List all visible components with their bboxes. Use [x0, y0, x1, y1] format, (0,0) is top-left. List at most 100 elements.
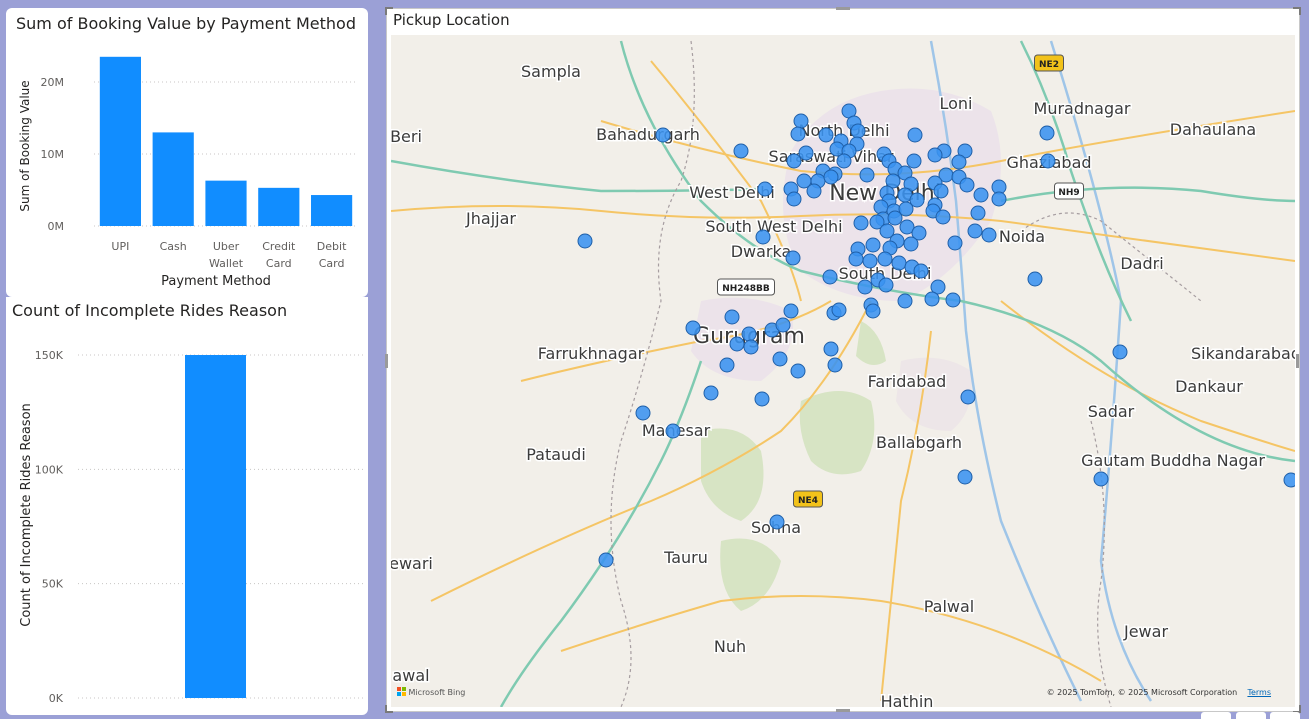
pickup-point[interactable]	[970, 205, 986, 221]
incomplete-rides-chart-card[interactable]: Count of Incomplete Rides Reason 0K 50K 10…	[6, 297, 368, 715]
map-canvas[interactable]: Sampla Loni Muradnagar Dahaulana Bahadurgarh…	[391, 35, 1295, 707]
pickup-point[interactable]	[806, 183, 822, 199]
pickup-point[interactable]	[836, 153, 852, 169]
pickup-point[interactable]	[945, 292, 961, 308]
pickup-point[interactable]	[729, 336, 745, 352]
pickup-point[interactable]	[927, 147, 943, 163]
pickup-point[interactable]	[769, 514, 785, 530]
pickup-point[interactable]	[865, 303, 881, 319]
pickup-point[interactable]	[798, 145, 814, 161]
pickup-point[interactable]	[790, 126, 806, 142]
bar-cash[interactable]	[152, 132, 194, 226]
pickup-point[interactable]	[822, 269, 838, 285]
pickup-point[interactable]	[665, 423, 681, 439]
bar-uber-wallet[interactable]	[205, 180, 247, 226]
pickup-point[interactable]	[724, 309, 740, 325]
pickup-point[interactable]	[991, 191, 1007, 207]
pickup-point[interactable]	[1040, 153, 1056, 169]
pickup-point[interactable]	[877, 251, 893, 267]
pickup-point[interactable]	[850, 123, 866, 139]
pickup-point[interactable]	[786, 153, 802, 169]
pickup-point[interactable]	[823, 341, 839, 357]
pickup-map[interactable]: Sampla Loni Muradnagar Dahaulana Bahadurgarh…	[391, 35, 1295, 707]
pickup-point[interactable]	[733, 143, 749, 159]
pickup-point[interactable]	[1039, 125, 1055, 141]
pickup-point[interactable]	[757, 181, 773, 197]
pickup-point[interactable]	[635, 405, 651, 421]
resize-corner-bottom-left[interactable]	[385, 705, 393, 713]
pickup-point[interactable]	[878, 277, 894, 293]
pickup-point[interactable]	[960, 389, 976, 405]
pickup-point[interactable]	[935, 209, 951, 225]
pickup-point[interactable]	[924, 291, 940, 307]
place-label: Palwal	[924, 597, 975, 616]
pickup-point[interactable]	[755, 229, 771, 245]
bar-incomplete-rides[interactable]	[185, 355, 246, 698]
pickup-point[interactable]	[887, 210, 903, 226]
pickup-point[interactable]	[772, 351, 788, 367]
resize-corner-top-left[interactable]	[385, 7, 393, 15]
pickup-point[interactable]	[1093, 471, 1109, 487]
pickup-point[interactable]	[823, 169, 839, 185]
pickup-point[interactable]	[785, 250, 801, 266]
pickup-point[interactable]	[913, 263, 929, 279]
pickup-point[interactable]	[783, 303, 799, 319]
pickup-point[interactable]	[741, 326, 757, 342]
pickup-point[interactable]	[857, 279, 873, 295]
resize-handle-top[interactable]	[836, 7, 850, 10]
pickup-point[interactable]	[865, 237, 881, 253]
resize-handle-left[interactable]	[385, 354, 388, 368]
pickup-point[interactable]	[577, 233, 593, 249]
pickup-point[interactable]	[743, 339, 759, 355]
pickup-point[interactable]	[862, 253, 878, 269]
highway-shield: NH248BB	[717, 278, 775, 296]
pickup-point[interactable]	[775, 317, 791, 333]
visual-header-button[interactable]	[1270, 712, 1300, 719]
pickup-point[interactable]	[951, 154, 967, 170]
map-attribution: © 2025 TomTom, © 2025 Microsoft Corporat…	[1047, 688, 1271, 697]
pickup-point[interactable]	[981, 227, 997, 243]
bar-credit-card[interactable]	[258, 187, 300, 226]
pickup-point[interactable]	[959, 177, 975, 193]
pickup-point[interactable]	[703, 385, 719, 401]
visual-header-button[interactable]	[1201, 712, 1231, 719]
pickup-point[interactable]	[906, 153, 922, 169]
booking-value-chart-card[interactable]: Sum of Booking Value by Payment Method 0…	[6, 8, 368, 297]
pickup-point[interactable]	[903, 236, 919, 252]
pickup-point[interactable]	[793, 113, 809, 129]
pickup-point[interactable]	[790, 363, 806, 379]
place-label: Dankaur	[1175, 377, 1243, 396]
resize-corner-top-right[interactable]	[1293, 7, 1301, 15]
pickup-point[interactable]	[859, 167, 875, 183]
pickup-point[interactable]	[719, 357, 735, 373]
pickup-point[interactable]	[754, 391, 770, 407]
pickup-point[interactable]	[786, 191, 802, 207]
resize-handle-right[interactable]	[1296, 354, 1299, 368]
pickup-point[interactable]	[907, 127, 923, 143]
bar-upi[interactable]	[99, 56, 141, 226]
pickup-point[interactable]	[973, 187, 989, 203]
pickup-point[interactable]	[827, 357, 843, 373]
terms-link[interactable]: Terms	[1247, 688, 1271, 697]
pickup-point[interactable]	[655, 127, 671, 143]
pickup-point[interactable]	[957, 469, 973, 485]
pickup-point[interactable]	[853, 215, 869, 231]
pickup-point[interactable]	[897, 293, 913, 309]
visual-header-button[interactable]	[1236, 712, 1266, 719]
resize-handle-bottom[interactable]	[836, 709, 850, 712]
highway-shield-label: NH9	[1058, 188, 1079, 198]
pickup-point[interactable]	[933, 183, 949, 199]
pickup-location-map-card[interactable]: Pickup Location Sampla Loni Muradnagar D…	[385, 7, 1301, 713]
pickup-point[interactable]	[598, 552, 614, 568]
pickup-point[interactable]	[818, 127, 834, 143]
pickup-point[interactable]	[848, 251, 864, 267]
pickup-point[interactable]	[891, 255, 907, 271]
bar-debit-card[interactable]	[311, 195, 353, 226]
pickup-point[interactable]	[947, 235, 963, 251]
pickup-point[interactable]	[1112, 344, 1128, 360]
pickup-point[interactable]	[831, 302, 847, 318]
pickup-point[interactable]	[967, 223, 983, 239]
pickup-point[interactable]	[1027, 271, 1043, 287]
pickup-point[interactable]	[1283, 472, 1295, 488]
pickup-point[interactable]	[685, 320, 701, 336]
